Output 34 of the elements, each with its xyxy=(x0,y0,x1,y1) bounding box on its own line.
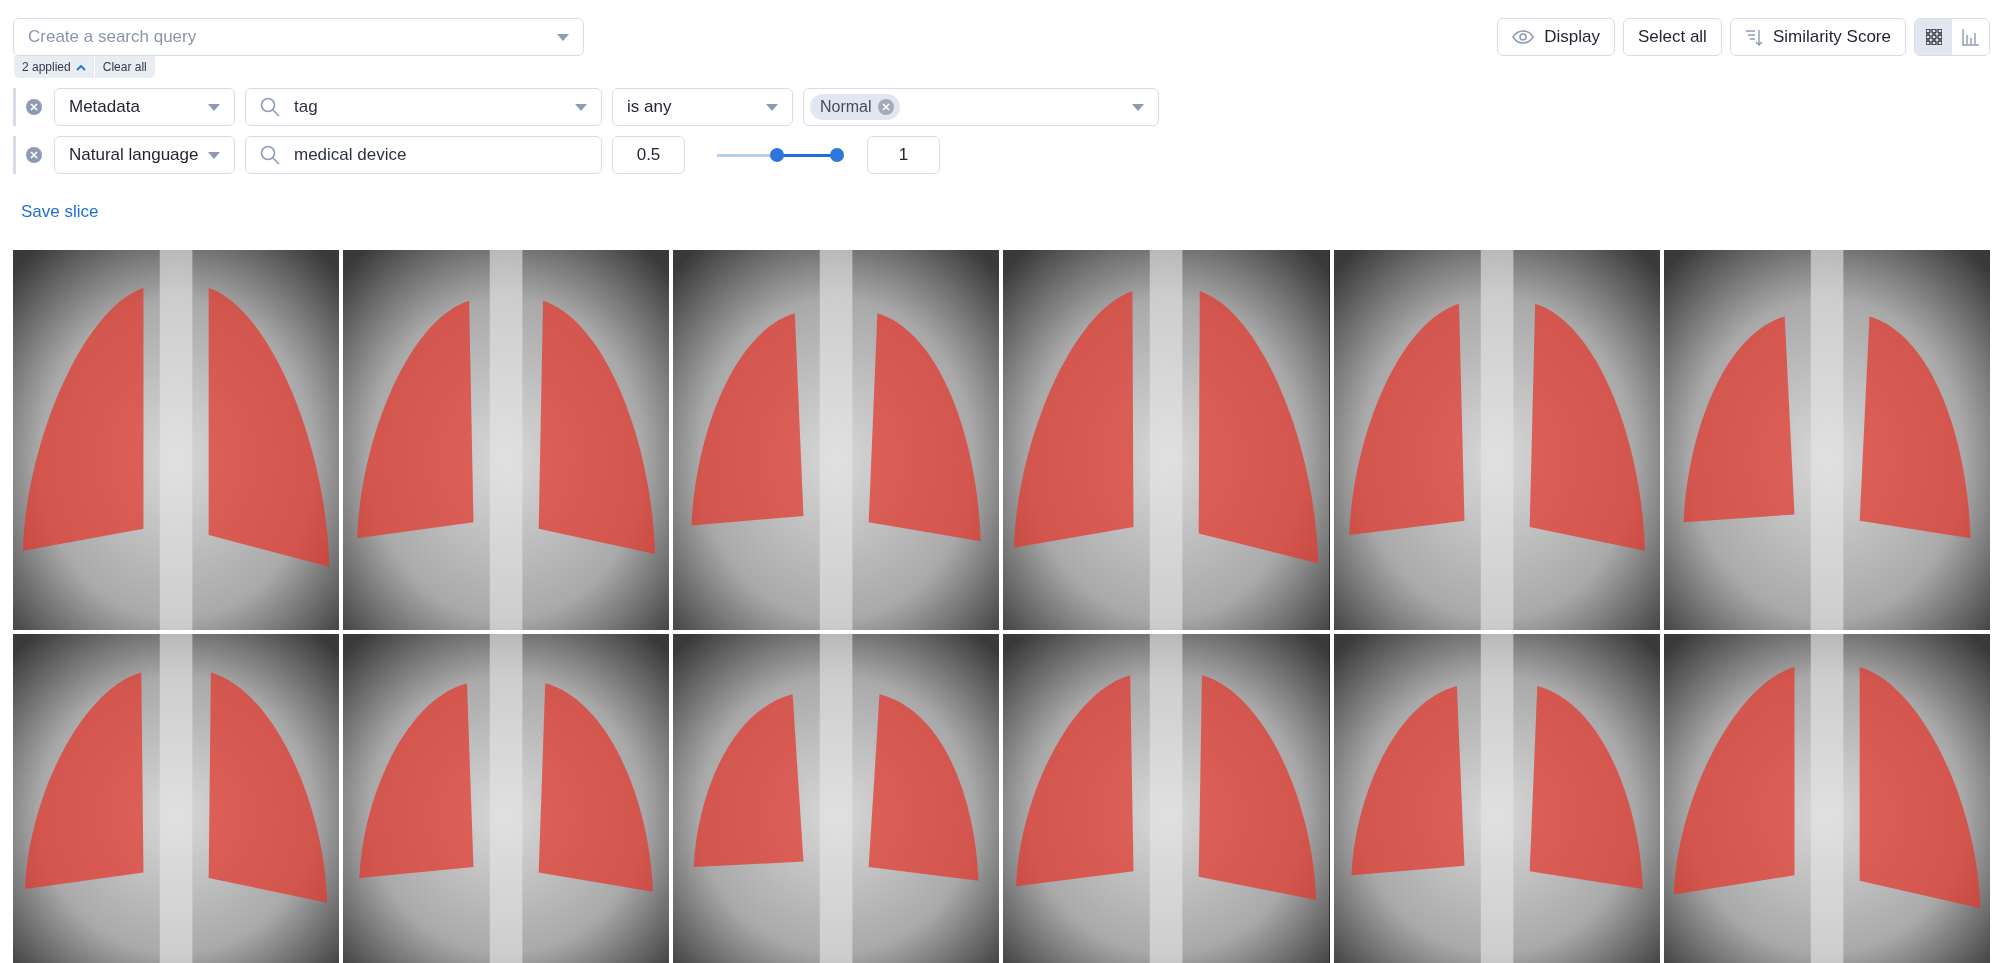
grid-icon xyxy=(1925,29,1942,45)
caret-icon xyxy=(208,151,220,159)
chevron-up-icon xyxy=(75,63,86,71)
remove-filter-icon[interactable] xyxy=(26,99,42,115)
applied-filters-toggle[interactable]: 2 applied xyxy=(14,56,94,78)
grid-view-button[interactable] xyxy=(1915,19,1952,55)
remove-icon[interactable] xyxy=(877,99,894,115)
values-dropdown[interactable]: Normal xyxy=(803,88,1159,126)
tag-chip: Normal xyxy=(810,94,900,120)
caret-icon xyxy=(557,33,569,41)
min-input[interactable]: 0.5 xyxy=(612,136,685,174)
search-icon xyxy=(260,97,280,117)
caret-icon xyxy=(575,103,587,111)
bar-chart-icon xyxy=(1961,28,1980,46)
caret-icon xyxy=(1132,103,1144,111)
filter-type-dropdown[interactable]: Metadata xyxy=(54,88,235,126)
clear-all-button[interactable]: Clear all xyxy=(93,56,155,78)
slider-handle[interactable] xyxy=(770,148,784,162)
remove-filter-icon[interactable] xyxy=(26,147,42,163)
operator-dropdown[interactable]: is any xyxy=(612,88,793,126)
caret-icon xyxy=(766,103,778,111)
save-slice-link[interactable]: Save slice xyxy=(21,202,99,222)
field-value[interactable]: tag xyxy=(294,97,318,117)
eye-icon xyxy=(1512,30,1535,44)
caret-icon xyxy=(208,103,220,111)
display-button[interactable]: Display xyxy=(1497,18,1615,56)
select-all-button[interactable]: Select all xyxy=(1622,18,1722,56)
max-input[interactable]: 1 xyxy=(867,136,940,174)
slider-handle[interactable] xyxy=(830,148,844,162)
sort-icon xyxy=(1744,28,1763,46)
sort-button[interactable]: Similarity Score xyxy=(1729,18,1906,56)
filter-type-dropdown[interactable]: Natural language xyxy=(54,136,235,174)
query-field[interactable]: medical device xyxy=(245,136,602,174)
search-icon xyxy=(260,145,280,165)
